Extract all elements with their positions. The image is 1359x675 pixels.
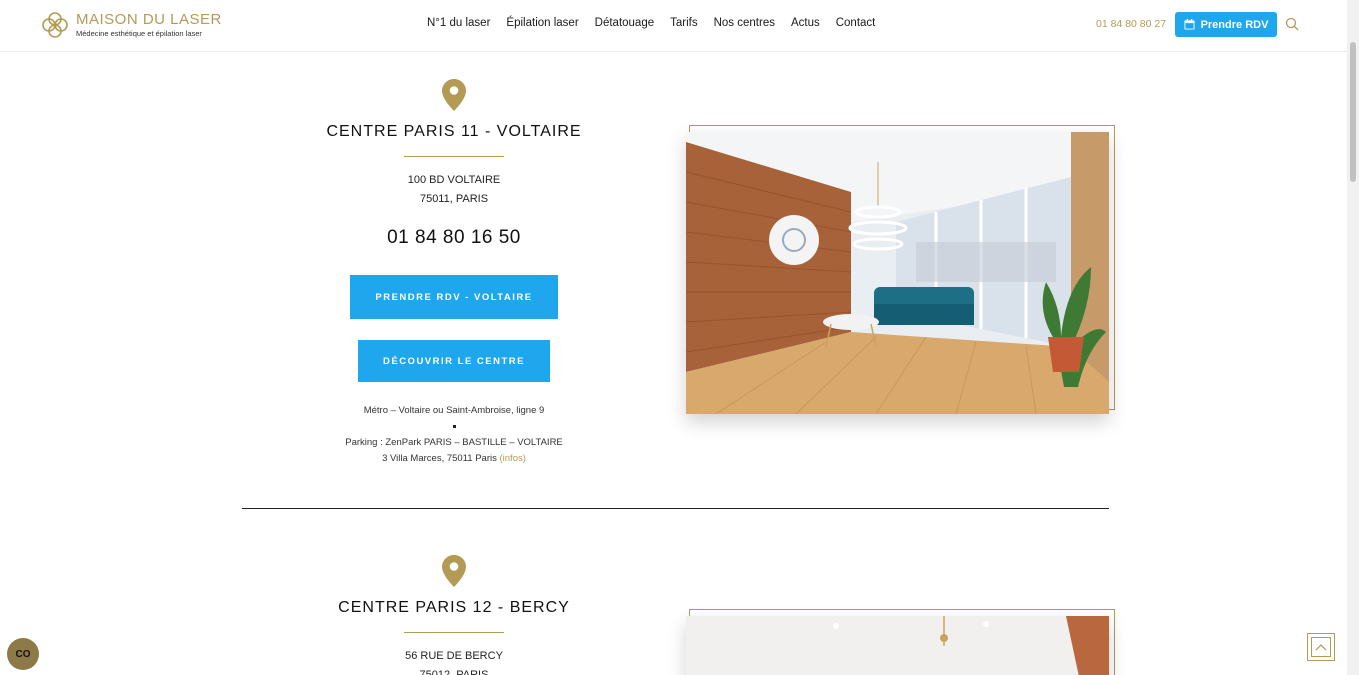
nav-item-actus[interactable]: Actus bbox=[791, 17, 820, 29]
nav-item-numero-1[interactable]: N°1 du laser bbox=[427, 17, 490, 29]
section-divider bbox=[242, 508, 1109, 509]
main-nav: N°1 du laser Épilation laser Détatouage … bbox=[427, 17, 891, 29]
parking-info: Parking : ZenPark PARIS – BASTILLE – VOL… bbox=[345, 437, 563, 448]
logo-icon bbox=[42, 12, 68, 38]
centre-photo-bercy bbox=[686, 616, 1109, 675]
address-line-2: 75011, PARIS bbox=[419, 193, 489, 205]
centre-title: CENTRE PARIS 11 - VOLTAIRE bbox=[326, 123, 582, 140]
scrollbar-thumb[interactable] bbox=[1350, 42, 1356, 182]
header-rdv-button[interactable]: Prendre RDV bbox=[1175, 12, 1277, 37]
address-line-2: 75012, PARIS bbox=[419, 669, 489, 675]
address-line-1: 100 BD VOLTAIRE bbox=[407, 174, 501, 186]
page-scrollbar[interactable] bbox=[1347, 0, 1359, 675]
nav-item-detatouage[interactable]: Détatouage bbox=[595, 17, 654, 29]
parking-infos-link[interactable]: (infos) bbox=[500, 453, 526, 464]
title-divider bbox=[404, 156, 504, 157]
centre-title: CENTRE PARIS 12 - BERCY bbox=[338, 599, 570, 616]
logo-tagline: Médecine esthétique et épilation laser bbox=[76, 28, 202, 38]
header-phone[interactable]: 01 84 80 80 27 bbox=[1096, 18, 1166, 30]
location-pin-icon bbox=[442, 555, 466, 587]
centre-phone[interactable]: 01 84 80 16 50 bbox=[304, 227, 604, 249]
nav-item-contact[interactable]: Contact bbox=[836, 17, 876, 29]
cookie-consent-button[interactable]: CO bbox=[7, 638, 39, 670]
logo-name: MAISON DU LASER bbox=[76, 10, 222, 28]
nav-item-centres[interactable]: Nos centres bbox=[714, 17, 775, 29]
centre-block-voltaire: CENTRE PARIS 11 - VOLTAIRE 100 BD VOLTAI… bbox=[304, 79, 604, 467]
chevron-up-icon bbox=[1315, 644, 1327, 651]
centre-block-bercy: CENTRE PARIS 12 - BERCY 56 RUE DE BERCY … bbox=[304, 555, 604, 675]
access-info: Métro – Voltaire ou Saint-Ambroise, lign… bbox=[304, 403, 604, 467]
search-icon[interactable] bbox=[1285, 17, 1299, 31]
title-divider bbox=[404, 632, 504, 633]
centre-address: 100 BD VOLTAIRE 75011, PARIS bbox=[304, 171, 604, 209]
nav-item-tarifs[interactable]: Tarifs bbox=[670, 17, 697, 29]
centre-address: 56 RUE DE BERCY 75012, PARIS bbox=[304, 647, 604, 675]
parking-address: 3 Villa Marces, 75011 Paris bbox=[382, 453, 497, 464]
location-pin-icon bbox=[442, 79, 466, 111]
nav-item-epilation[interactable]: Épilation laser bbox=[506, 17, 578, 29]
parking-address-line: 3 Villa Marces, 75011 Paris (infos) bbox=[304, 451, 604, 467]
back-to-top-button[interactable] bbox=[1307, 633, 1335, 661]
site-header: MAISON DU LASER Médecine esthétique et é… bbox=[0, 0, 1347, 52]
metro-info: Métro – Voltaire ou Saint-Ambroise, lign… bbox=[363, 405, 545, 416]
bullet-separator bbox=[452, 425, 456, 428]
decouvrir-centre-button[interactable]: DÉCOUVRIR LE CENTRE bbox=[358, 340, 550, 382]
address-line-1: 56 RUE DE BERCY bbox=[405, 650, 503, 662]
logo[interactable]: MAISON DU LASER Médecine esthétique et é… bbox=[40, 10, 222, 40]
prendre-rdv-voltaire-button[interactable]: PRENDRE RDV - VOLTAIRE bbox=[350, 275, 558, 319]
calendar-icon bbox=[1184, 19, 1195, 30]
centre-photo-voltaire bbox=[686, 132, 1109, 414]
header-rdv-label: Prendre RDV bbox=[1200, 18, 1269, 31]
